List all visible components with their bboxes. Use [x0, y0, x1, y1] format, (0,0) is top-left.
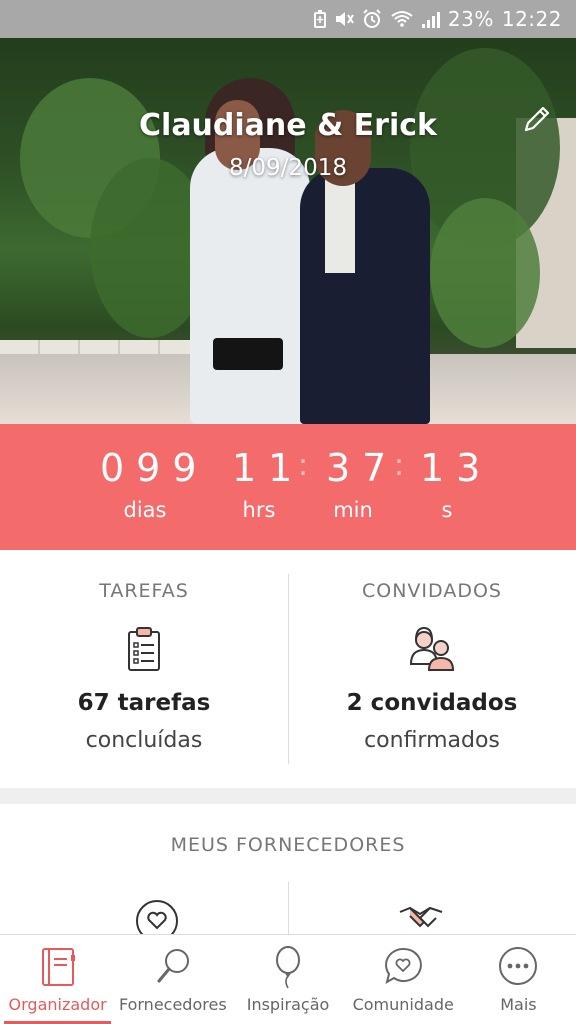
- countdown-hours: 11: [232, 446, 305, 490]
- battery-level: 23%: [447, 7, 494, 31]
- balloon-icon: [276, 946, 300, 989]
- tasks-count: 67 tarefas: [77, 690, 211, 716]
- handshake-icon[interactable]: [398, 898, 444, 938]
- vendors-heading: MEUS FORNECEDORES: [170, 834, 406, 856]
- battery-saver-icon: [313, 10, 326, 28]
- planner-book-icon: [41, 948, 75, 986]
- clock-time: 12:22: [501, 7, 562, 31]
- nav-label: Fornecedores: [118, 995, 227, 1014]
- tasks-heading: TAREFAS: [99, 580, 189, 602]
- chat-heart-icon: [385, 947, 423, 985]
- countdown-seconds: 13: [420, 446, 493, 490]
- guests-heading: CONVIDADOS: [362, 580, 502, 602]
- photo-clutch: [213, 338, 283, 370]
- nav-mais[interactable]: Mais: [461, 935, 576, 1024]
- signal-icon: [421, 10, 440, 28]
- vendors-divider: [288, 882, 289, 942]
- wedding-countdown: 099 11 : 37 : 13 dias hrs min s: [0, 424, 576, 550]
- guests-couple-icon: [409, 626, 455, 671]
- nav-organizador[interactable]: Organizador: [0, 935, 115, 1024]
- clipboard-checklist-icon: [128, 627, 160, 671]
- stats-card: TAREFAS 67 tarefas concluídas CONVIDADOS…: [0, 550, 576, 788]
- alarm-icon: [363, 9, 381, 28]
- guests-summary[interactable]: CONVIDADOS 2 convidados confirmados: [288, 550, 576, 788]
- countdown-days-label: dias: [123, 498, 167, 522]
- magnifier-icon: [157, 949, 189, 983]
- photo-groom-suit: [300, 168, 430, 424]
- vendors-card: MEUS FORNECEDORES: [0, 804, 576, 942]
- couple-names: Claudiane & Erick: [139, 108, 437, 143]
- countdown-hours-label: hrs: [242, 498, 276, 522]
- heart-circle-icon[interactable]: [134, 898, 180, 938]
- nav-label: Comunidade: [352, 995, 454, 1014]
- nav-label: Mais: [500, 995, 537, 1014]
- tasks-summary[interactable]: TAREFAS 67 tarefas concluídas: [0, 550, 288, 788]
- countdown-minutes: 37: [326, 446, 399, 490]
- nav-inspiracao[interactable]: Inspiração: [230, 935, 345, 1024]
- guests-count: 2 convidados: [346, 690, 518, 716]
- wedding-date: 8/09/2018: [229, 155, 347, 181]
- pencil-icon[interactable]: [520, 102, 554, 136]
- tasks-status: concluídas: [85, 728, 203, 753]
- couple-photo[interactable]: Claudiane & Erick 8/09/2018: [0, 38, 576, 424]
- bottom-navigation: Organizador Fornecedores Inspiração Comu…: [0, 934, 576, 1024]
- wifi-icon: [391, 11, 413, 27]
- photo-bride-dress: [190, 148, 310, 424]
- countdown-days: 099: [100, 446, 209, 490]
- nav-label: Inspiração: [246, 995, 330, 1014]
- nav-comunidade[interactable]: Comunidade: [346, 935, 461, 1024]
- photo-foliage: [430, 198, 540, 348]
- photo-groom-shirt: [325, 173, 355, 273]
- countdown-separator: :: [394, 448, 405, 483]
- guests-status: confirmados: [364, 728, 500, 753]
- status-bar: 23% 12:22: [0, 0, 576, 38]
- countdown-separator: :: [298, 448, 309, 483]
- more-dots-icon: [499, 947, 538, 985]
- countdown-seconds-label: s: [441, 498, 453, 522]
- countdown-minutes-label: min: [333, 498, 373, 522]
- mute-icon: [335, 12, 354, 26]
- nav-fornecedores[interactable]: Fornecedores: [115, 935, 230, 1024]
- nav-label: Organizador: [8, 995, 107, 1014]
